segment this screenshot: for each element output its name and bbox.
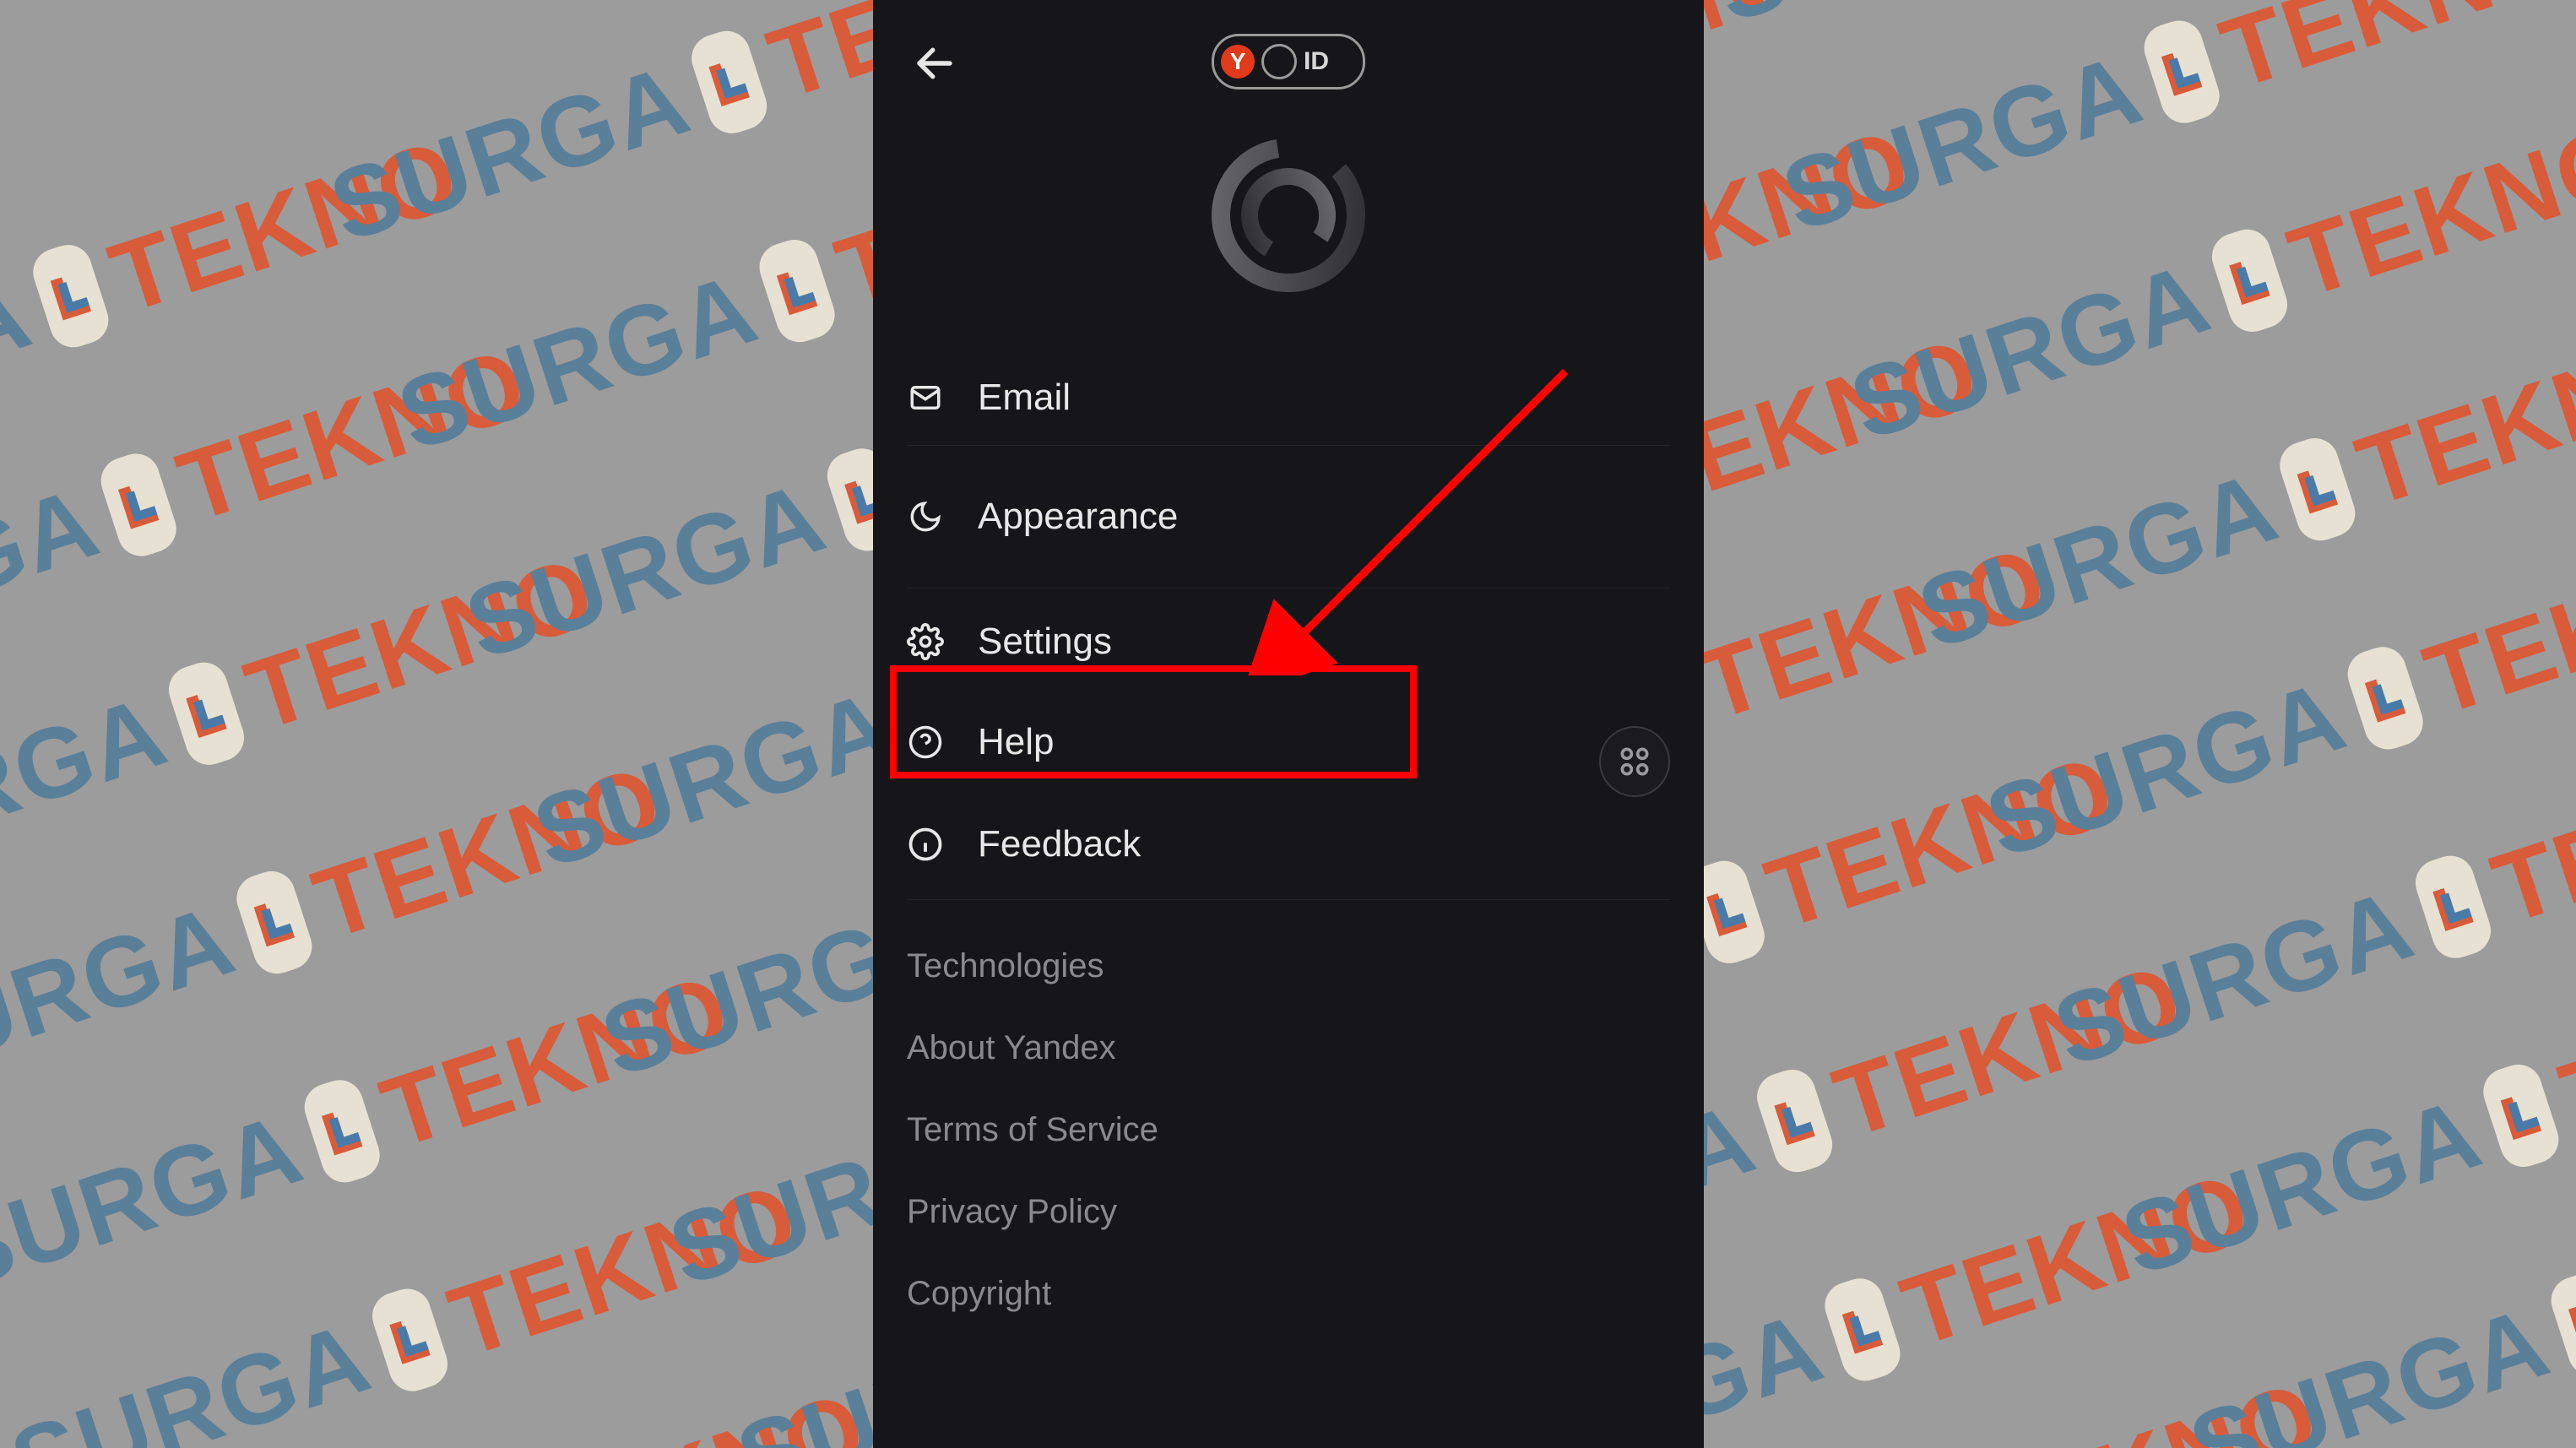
topbar: Y ID xyxy=(873,0,1704,110)
menu-label: Email xyxy=(978,377,1071,419)
menu-label: Settings xyxy=(978,621,1112,663)
info-icon xyxy=(907,826,944,863)
menu-item-settings[interactable]: Settings xyxy=(907,588,1670,695)
help-icon xyxy=(907,724,944,761)
menu-label: Help xyxy=(978,721,1055,763)
menu-label: Appearance xyxy=(978,496,1178,538)
footer-link-privacy[interactable]: Privacy Policy xyxy=(907,1171,1670,1253)
menu-item-appearance[interactable]: Appearance xyxy=(907,446,1670,588)
footer-link-technologies[interactable]: Technologies xyxy=(907,925,1670,1007)
footer-link-about[interactable]: About Yandex xyxy=(907,1007,1670,1089)
back-arrow-icon[interactable] xyxy=(912,41,957,90)
email-icon xyxy=(907,379,944,416)
footer-link-terms[interactable]: Terms of Service xyxy=(907,1089,1670,1171)
gear-icon xyxy=(907,623,944,660)
apps-grid-button[interactable] xyxy=(1599,726,1670,797)
settings-menu: Email Appearance Settings Help Feedback xyxy=(873,350,1704,900)
id-badge-text: ID xyxy=(1304,47,1329,76)
moon-icon xyxy=(907,498,944,535)
menu-label: Feedback xyxy=(978,823,1141,865)
footer-links: Technologies About Yandex Terms of Servi… xyxy=(873,900,1704,1335)
menu-item-email[interactable]: Email xyxy=(907,350,1670,446)
yandex-id-badge[interactable]: Y ID xyxy=(1212,34,1365,89)
id-badge-circle-icon xyxy=(1261,44,1297,79)
phone-panel: Y ID Email Appearance xyxy=(873,0,1704,1448)
menu-item-help[interactable]: Help xyxy=(907,695,1670,789)
menu-item-feedback[interactable]: Feedback xyxy=(907,789,1670,900)
profile-avatar[interactable] xyxy=(1204,131,1373,300)
footer-link-copyright[interactable]: Copyright xyxy=(907,1253,1670,1335)
yandex-y-icon: Y xyxy=(1221,45,1255,79)
